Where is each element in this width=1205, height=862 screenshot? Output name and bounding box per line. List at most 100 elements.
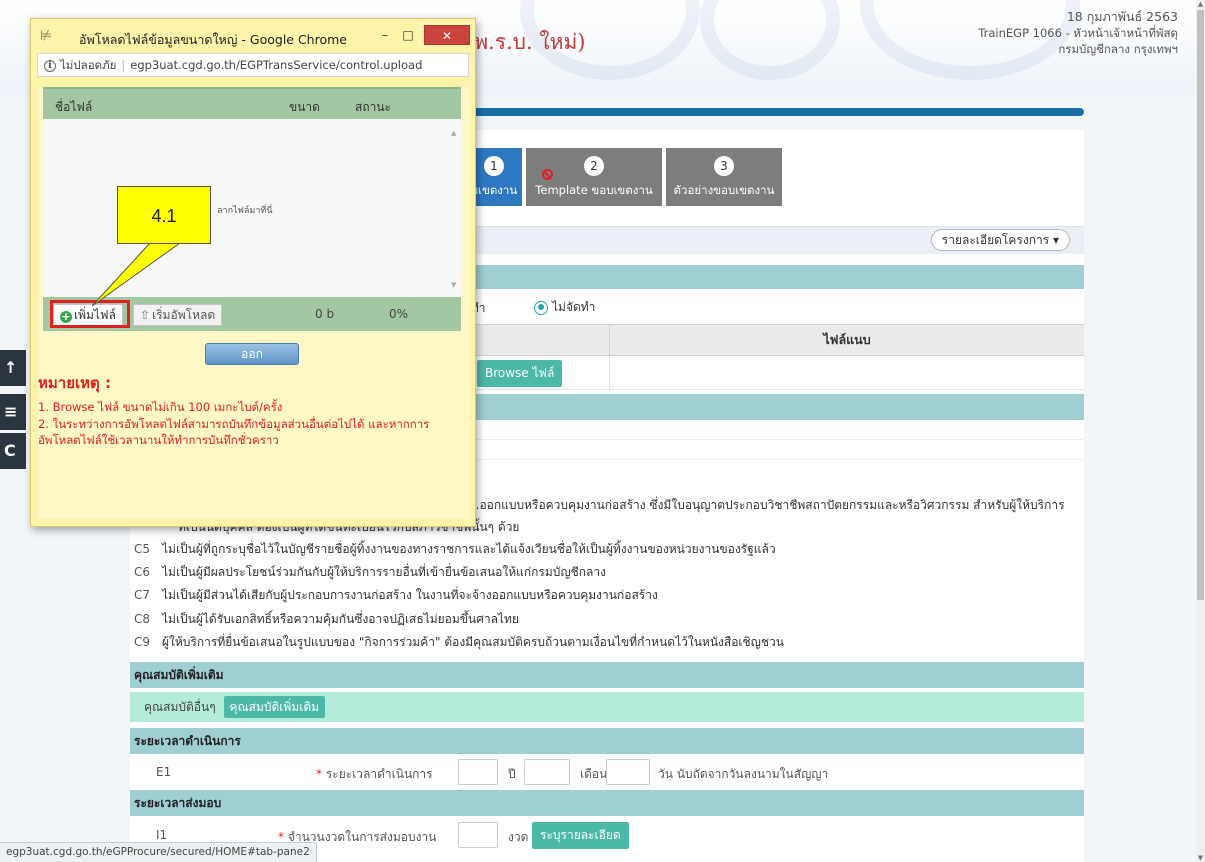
step-number: 3 bbox=[714, 156, 734, 176]
header-decoration bbox=[700, 0, 840, 80]
radio-not-make[interactable]: ไม่จัดทำ bbox=[534, 298, 595, 317]
progress-bar bbox=[440, 108, 1084, 116]
radio-selected-icon[interactable] bbox=[534, 300, 548, 315]
page-title: (พ.ร.บ. ใหม่) bbox=[466, 30, 586, 54]
extra-qualification-button[interactable]: คุณสมบัติเพิ่มเติม bbox=[223, 696, 326, 718]
attachment-column-header: ไฟล์แนบ bbox=[609, 325, 1084, 355]
popup-url: egp3uat.cgd.go.th/EGPTransService/contro… bbox=[130, 58, 423, 72]
condition-text: ไม่เป็นผู้มีส่วนได้เสียกับผู้ประกอบการงา… bbox=[162, 588, 658, 602]
step-tab-template[interactable]: 2 Template ขอบเขตงาน bbox=[526, 148, 662, 206]
condition-text: ไม่เป็นผู้ที่ถูกระบุชื่อไว้ในบัญชีรายชื่… bbox=[162, 542, 776, 556]
scroll-up-icon[interactable]: ▲ bbox=[1196, 0, 1205, 8]
condition-text: ไม่เป็นผู้ได้รับเอกสิทธิ์หรือความคุ้มกัน… bbox=[162, 612, 519, 626]
start-upload-button[interactable]: ⇧ เริ่มอัพโหลด bbox=[133, 304, 223, 326]
step-tabs: 1 บเขตงาน 2 Template ขอบเขตงาน 3 ตัวอย่า… bbox=[466, 148, 782, 206]
section-header-band bbox=[440, 265, 1084, 289]
side-tab-home[interactable]: ↑ bbox=[0, 350, 26, 386]
condition-text: ไม่เป็นผู้มีผลประโยชน์ร่วมกันกับผู้ให้บร… bbox=[162, 565, 606, 579]
minimize-icon[interactable]: – bbox=[376, 25, 394, 45]
note-item: 2. ในระหว่างการอัพโหลดไฟล์สามารถบันทึกข้… bbox=[38, 417, 430, 447]
condition-code: C9 bbox=[134, 635, 151, 649]
step-tab-example[interactable]: 3 ตัวอย่างขอบเขตงาน bbox=[666, 148, 782, 206]
popup-body: ชื่อไฟล์ ขนาด สถานะ ลากไฟล์มาที่นี่ ▲ ▼ … bbox=[38, 87, 470, 519]
condition-code: C7 bbox=[134, 588, 151, 602]
file-table-header: ไฟล์แนบ bbox=[440, 324, 1084, 356]
address-bar[interactable]: i ไม่ปลอดภัย | egp3uat.cgd.go.th/EGPTransSe… bbox=[37, 53, 469, 77]
upload-list-header: ชื่อไฟล์ ขนาด สถานะ bbox=[43, 87, 461, 119]
scroll-down-icon[interactable]: ▼ bbox=[1196, 854, 1205, 862]
project-details-dropdown[interactable]: รายละเอียดโครงการ ▾ bbox=[930, 229, 1070, 251]
condition-code: C8 bbox=[134, 612, 151, 626]
duration-years-input[interactable] bbox=[458, 759, 498, 785]
column-divider bbox=[609, 356, 610, 390]
info-icon[interactable]: i bbox=[44, 59, 56, 72]
delivery-unit: งวด bbox=[508, 830, 529, 844]
condition-item: C6 ไม่เป็นผู้มีผลประโยชน์ร่วมกันกับผู้ให้… bbox=[130, 561, 1084, 583]
duration-months-input[interactable] bbox=[524, 759, 570, 785]
side-tab-menu[interactable]: ≡ bbox=[0, 394, 26, 430]
scroll-down-icon[interactable]: ▼ bbox=[451, 281, 456, 289]
close-icon[interactable]: ✕ bbox=[424, 25, 470, 45]
column-size: ขนาด bbox=[289, 100, 320, 114]
user-name[interactable]: TrainEGP 1066 - หัวหน้าเจ้าหน้าที่พัสดุ bbox=[978, 25, 1178, 41]
upload-toolbar: + เพิ่มไฟล์ ⇧ เริ่มอัพโหลด 0 b 0% bbox=[43, 297, 461, 331]
start-upload-label: เริ่มอัพโหลด bbox=[152, 308, 216, 322]
project-toolbar: รายละเอียดโครงการ ▾ bbox=[440, 226, 1084, 254]
upload-progress: 0% bbox=[389, 307, 409, 321]
highlight-box bbox=[50, 300, 130, 328]
prohibited-icon bbox=[542, 169, 553, 180]
browse-file-button[interactable]: Browse ไฟล์ bbox=[477, 360, 563, 387]
years-unit: ปี bbox=[508, 767, 516, 781]
step-label: ตัวอย่างขอบเขตงาน bbox=[673, 183, 775, 197]
duration-label: * ระยะเวลาดำเนินการ bbox=[316, 767, 433, 781]
maximize-icon[interactable]: □ bbox=[399, 25, 417, 45]
delivery-count-input[interactable] bbox=[458, 822, 498, 848]
step-label: Template ขอบเขตงาน bbox=[535, 183, 653, 197]
radio-group: ) จัดทำ ไม่จัดทำ bbox=[438, 290, 1084, 324]
duration-days-input[interactable] bbox=[606, 759, 650, 785]
extra-qualification-header: คุณสมบัติเพิ่มเติม bbox=[130, 662, 1084, 688]
page-scrollbar[interactable]: ▲ ▼ bbox=[1196, 0, 1205, 862]
upload-list-scrollbar[interactable]: ▲ ▼ bbox=[451, 129, 457, 289]
radio-label-not-make: ไม่จัดทำ bbox=[552, 300, 596, 314]
popup-titlebar[interactable]: ⊭ อัพโหลดไฟล์ข้อมูลขนาดใหญ่ - Google Chr… bbox=[31, 19, 475, 53]
upload-arrow-icon: ⇧ bbox=[140, 308, 151, 322]
months-unit: เดือน bbox=[580, 767, 608, 781]
status-bar-url: egp3uat.cgd.go.th/eGPProcure/secured/HOM… bbox=[0, 842, 317, 862]
total-size: 0 b bbox=[315, 307, 335, 321]
column-status: สถานะ bbox=[355, 100, 391, 114]
specify-details-button[interactable]: ระบุรายละเอียด bbox=[532, 822, 629, 849]
condition-item: C9 ผู้ให้บริการที่ยื่นข้อเสนอในรูปแบบของ … bbox=[130, 631, 1084, 653]
extra-qualification-label: คุณสมบัติอื่นๆ bbox=[144, 700, 216, 714]
scroll-up-icon[interactable]: ▲ bbox=[451, 129, 456, 137]
condition-code: C5 bbox=[134, 542, 151, 556]
table-row bbox=[440, 420, 1084, 440]
scrollbar-thumb[interactable] bbox=[1197, 10, 1204, 600]
upload-popup-window: ⊭ อัพโหลดไฟล์ข้อมูลขนาดใหญ่ - Google Chr… bbox=[30, 18, 476, 527]
exit-button[interactable]: ออก bbox=[205, 343, 299, 365]
note-title: หมายเหตุ : bbox=[38, 374, 111, 392]
duration-code: E1 bbox=[156, 765, 172, 779]
condition-item: C5 ไม่เป็นผู้ที่ถูกระบุชื่อไว้ในบัญชีรายช… bbox=[130, 538, 1084, 560]
days-unit: วัน นับถัดจากวันลงนามในสัญญา bbox=[658, 767, 829, 781]
step-number: 2 bbox=[584, 156, 604, 176]
window-app-icon: ⊭ bbox=[40, 28, 53, 44]
duration-row: E1 * ระยะเวลาดำเนินการ ปี เดือน วัน นับถ… bbox=[130, 755, 1084, 789]
address-separator: | bbox=[121, 58, 126, 72]
side-tab-c[interactable]: C bbox=[0, 433, 26, 469]
section-header-band bbox=[440, 394, 1084, 420]
user-department: กรมบัญชีกลาง กรุงเทพฯ bbox=[1058, 42, 1178, 56]
condition-c4-line1: ...ออกแบบหรือควบคุมงานก่อสร้าง ซึ่งมีใบอ… bbox=[468, 498, 1065, 512]
step-number: 1 bbox=[484, 156, 504, 176]
extra-qualification-row: คุณสมบัติอื่นๆ คุณสมบัติเพิ่มเติม bbox=[130, 692, 1084, 722]
drop-hint: ลากไฟล์มาที่นี่ bbox=[217, 206, 273, 216]
delivery-header: ระยะเวลาส่งมอบ bbox=[130, 790, 1084, 816]
callout-label: 4.1 bbox=[117, 186, 211, 244]
popup-title: อัพโหลดไฟล์ข้อมูลขนาดใหญ่ - Google Chrom… bbox=[79, 32, 347, 47]
upload-drop-zone[interactable]: ลากไฟล์มาที่นี่ ▲ ▼ bbox=[43, 119, 461, 297]
delivery-code: I1 bbox=[156, 828, 168, 842]
table-row bbox=[440, 440, 1084, 460]
column-file-name: ชื่อไฟล์ bbox=[55, 100, 93, 114]
duration-header: ระยะเวลาดำเนินการ bbox=[130, 728, 1084, 754]
current-date: 18 กุมภาพันธ์ 2563 bbox=[1066, 9, 1178, 24]
